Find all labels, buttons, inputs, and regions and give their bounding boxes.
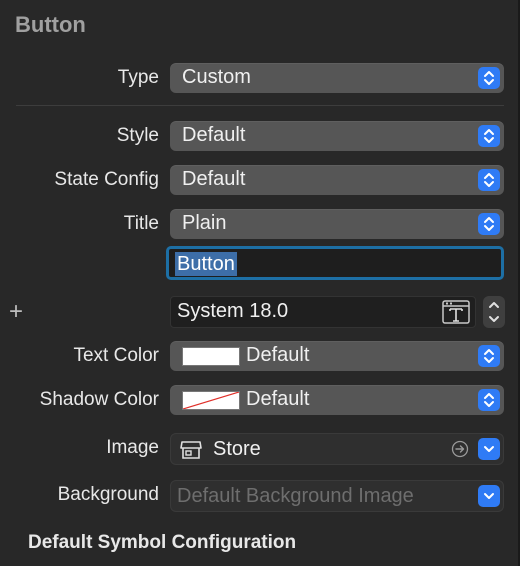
style-popup[interactable]: Default: [170, 121, 504, 151]
text-color-value: Default: [246, 344, 310, 366]
go-arrow-icon[interactable]: [451, 440, 469, 463]
title-text-field[interactable]: Button: [166, 246, 504, 280]
up-down-chevron-icon: [478, 389, 500, 411]
subsection-title: Default Symbol Configuration: [28, 532, 297, 553]
font-picker-icon[interactable]: [442, 300, 470, 329]
title-popup[interactable]: Plain: [170, 209, 504, 239]
up-down-chevron-icon: [489, 302, 499, 322]
background-label: Background: [57, 484, 159, 505]
style-label: Style: [116, 125, 159, 146]
up-down-chevron-icon: [478, 213, 500, 235]
shadow-color-value: Default: [246, 388, 310, 410]
title-text-selection: Button: [175, 252, 237, 276]
up-down-chevron-icon: [478, 125, 500, 147]
shadow-color-swatch: [182, 391, 240, 410]
chevron-down-icon[interactable]: [478, 438, 500, 460]
title-label: Title: [123, 213, 159, 234]
image-value: Store: [213, 438, 261, 460]
shadow-color-popup[interactable]: Default: [170, 385, 504, 415]
section-title: Button: [15, 12, 86, 37]
text-color-label: Text Color: [73, 345, 159, 366]
state-config-popup[interactable]: Default: [170, 165, 504, 195]
up-down-chevron-icon: [478, 169, 500, 191]
state-config-value: Default: [182, 168, 246, 190]
divider: [16, 105, 504, 106]
state-config-label: State Config: [54, 169, 159, 190]
style-value: Default: [182, 124, 246, 146]
up-down-chevron-icon: [478, 67, 500, 89]
type-label: Type: [117, 67, 159, 88]
background-placeholder: Default Background Image: [177, 485, 414, 507]
text-color-swatch: [182, 347, 240, 366]
image-combo[interactable]: Store: [170, 433, 504, 465]
font-field[interactable]: System 18.0: [170, 296, 476, 328]
add-variation-button[interactable]: +: [9, 298, 23, 326]
background-combo[interactable]: Default Background Image: [170, 480, 504, 512]
up-down-chevron-icon: [478, 345, 500, 367]
storefront-icon: [180, 440, 202, 465]
shadow-color-label: Shadow Color: [39, 389, 159, 410]
title-value: Plain: [182, 212, 227, 234]
image-label: Image: [106, 437, 159, 458]
font-size-stepper[interactable]: [483, 296, 505, 328]
type-value: Custom: [182, 66, 251, 88]
chevron-down-icon[interactable]: [478, 485, 500, 507]
font-value: System 18.0: [177, 300, 289, 322]
type-popup[interactable]: Custom: [170, 63, 504, 93]
text-color-popup[interactable]: Default: [170, 341, 504, 371]
